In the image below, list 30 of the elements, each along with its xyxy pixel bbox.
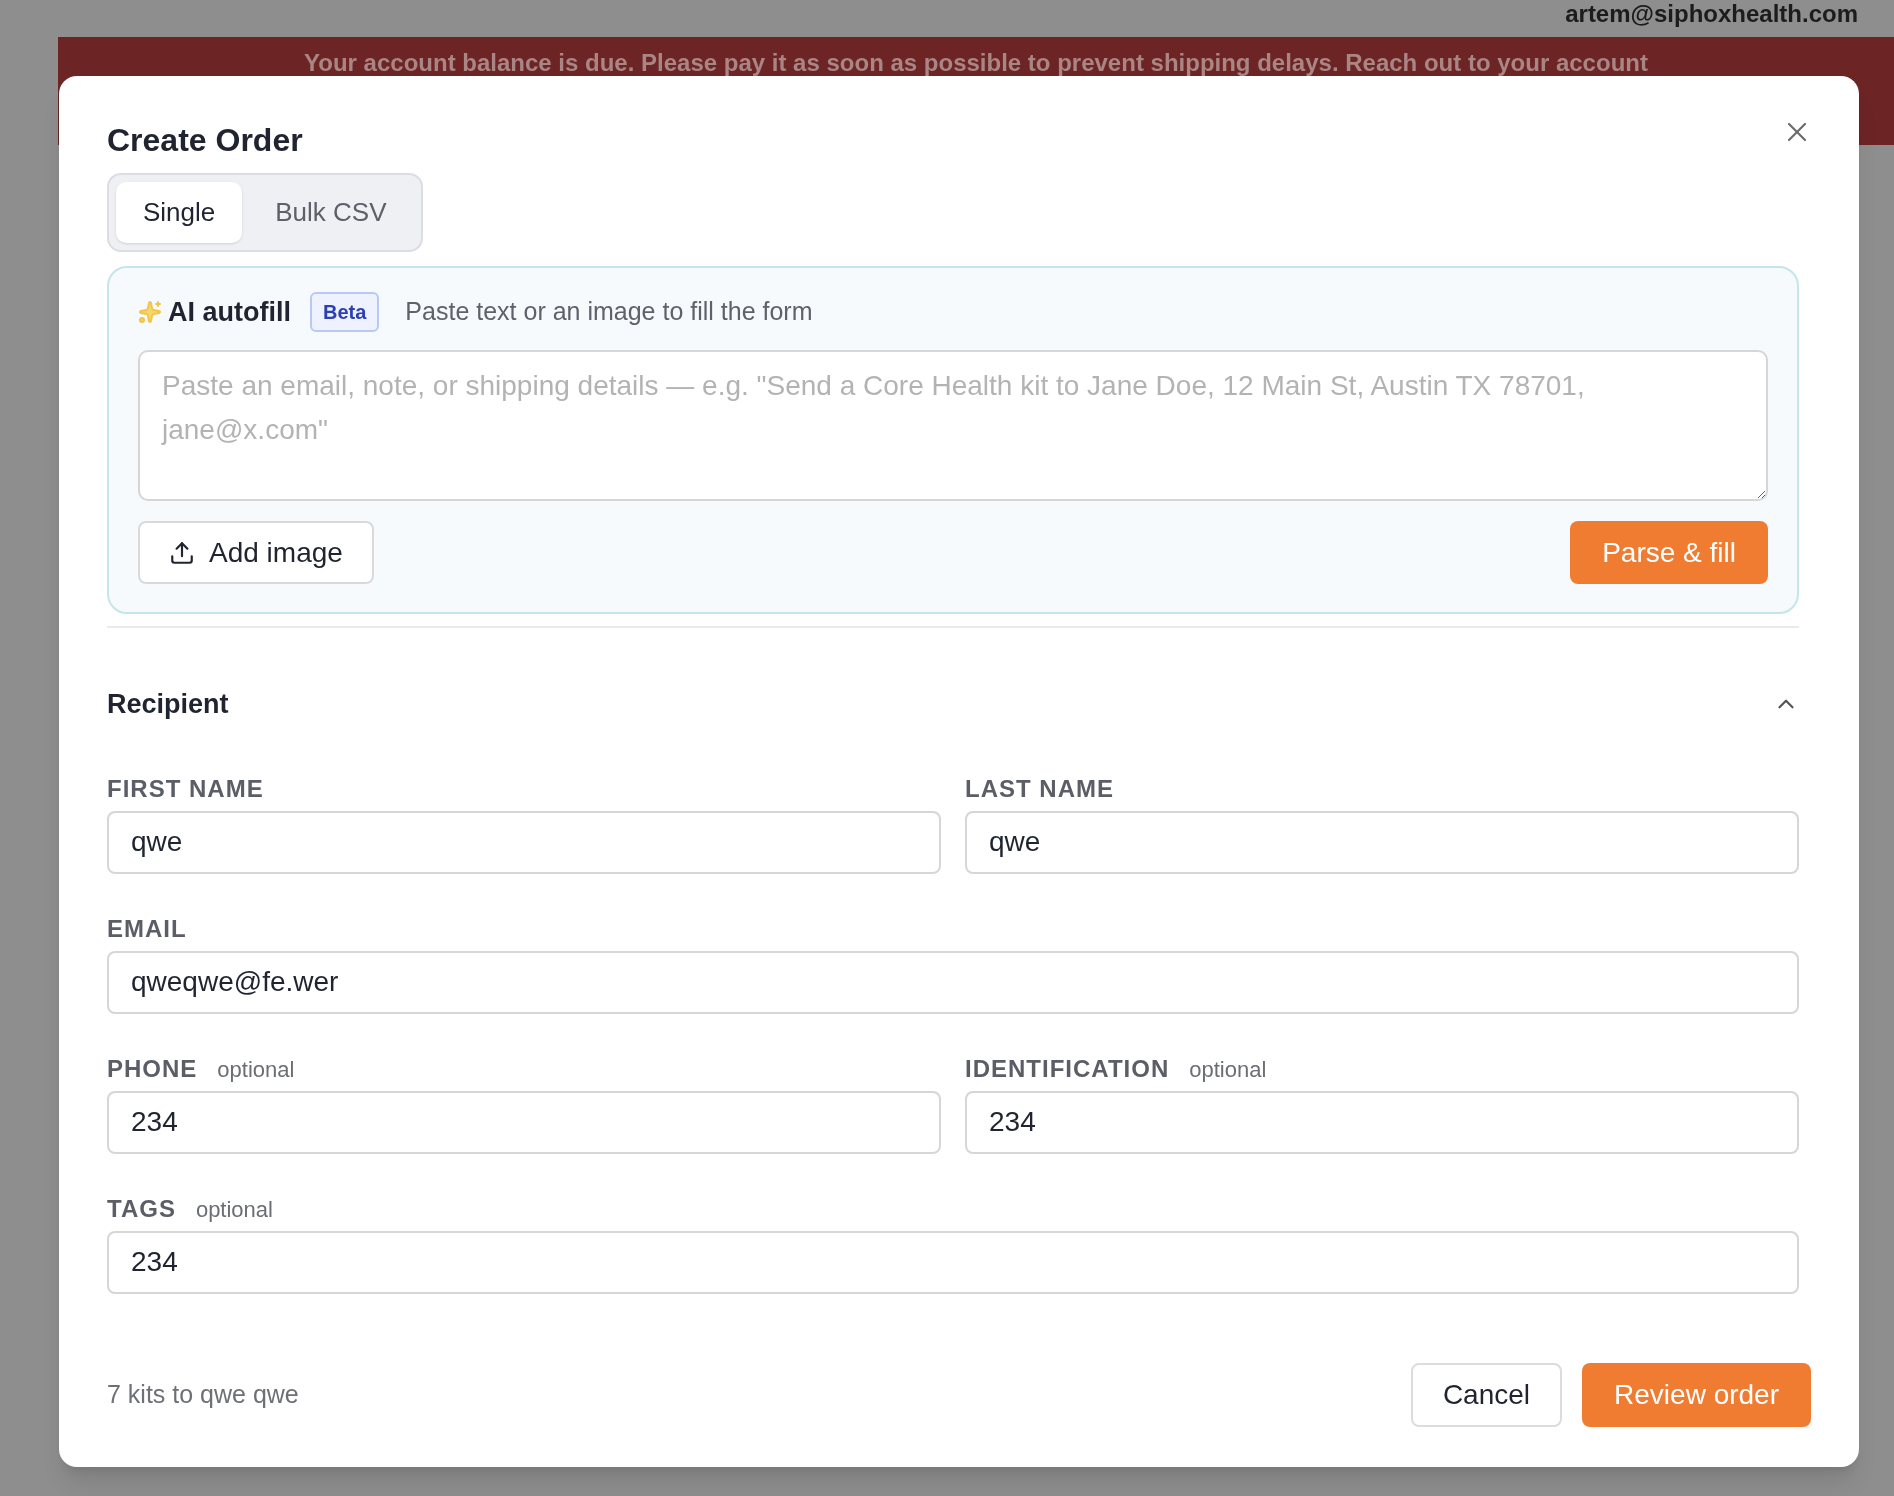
dialog-title: Create Order: [107, 121, 303, 160]
order-summary: 7 kits to qwe qwe: [107, 1379, 299, 1411]
beta-badge: Beta: [310, 292, 380, 332]
text-field[interactable]: qweqwe@fe.wer: [107, 950, 1799, 1014]
field-label: LAST NAME: [965, 773, 1114, 804]
banner-text: Your account balance is due. Please pay it as soon as possible to prevent shipping delays. Reach out to your account: [304, 49, 1648, 77]
field-label: PHONE: [107, 1053, 198, 1084]
text-field[interactable]: qwe: [965, 810, 1799, 874]
field-label: TAGS: [107, 1193, 176, 1224]
section-title: Recipient: [107, 688, 229, 721]
autofill-title: AI autofill: [168, 295, 291, 329]
field-label: EMAIL: [107, 913, 187, 944]
field-label: FIRST NAME: [107, 773, 264, 804]
text-field[interactable]: 234: [107, 1230, 1799, 1294]
upload-icon: [169, 539, 195, 566]
field-label: IDENTIFICATION: [965, 1053, 1170, 1084]
text-field[interactable]: 234: [107, 1090, 941, 1154]
text-field[interactable]: qwe: [107, 810, 941, 874]
user-email: artem@siphoxhealth.com: [1565, 0, 1858, 28]
text-field[interactable]: 234: [965, 1090, 1799, 1154]
sparkle-icon: [138, 300, 162, 324]
optional-note: optional: [217, 1055, 295, 1084]
cancel-button[interactable]: Cancel: [1410, 1363, 1563, 1427]
optional-note: optional: [195, 1195, 273, 1224]
add-image-button[interactable]: Add image: [138, 521, 374, 584]
optional-note: optional: [1189, 1055, 1267, 1084]
autofill-hint: Paste text or an image to fill the form: [405, 296, 813, 328]
tab[interactable]: Single: [116, 182, 243, 243]
autofill-textarea[interactable]: Paste an email, note, or shipping details — e.g. "Send a Core Health kit to Jane Doe, 12 Main St, Austin TX 78701, jane@x.com": [138, 350, 1768, 501]
tab[interactable]: Bulk CSV: [248, 182, 414, 243]
